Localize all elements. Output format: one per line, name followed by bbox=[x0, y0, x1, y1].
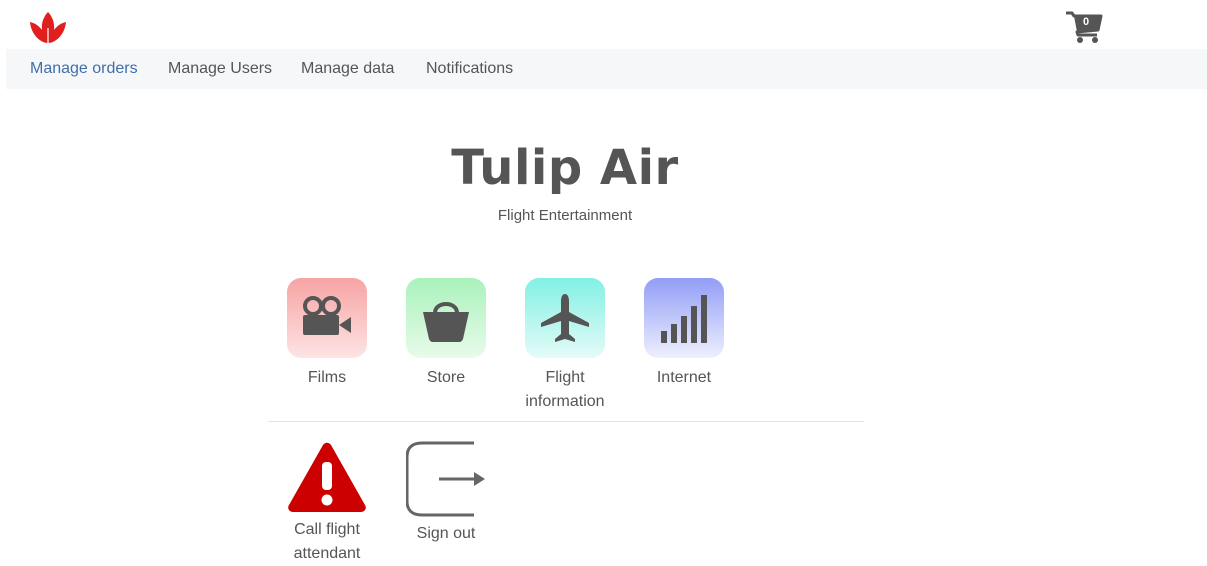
warning-icon bbox=[288, 442, 366, 512]
film-camera-icon bbox=[303, 296, 351, 335]
cart-count-badge: 0 bbox=[1082, 16, 1090, 28]
flight-information-icon-box[interactable] bbox=[525, 278, 605, 358]
tile-internet-label: Internet bbox=[656, 369, 712, 386]
shopping-basket-icon bbox=[423, 302, 469, 342]
nav-item-manage-users[interactable]: Manage Users bbox=[168, 49, 272, 89]
sign-out-icon-box[interactable] bbox=[406, 440, 486, 518]
tile-store-label: Store bbox=[426, 369, 466, 386]
action-call-flight-attendant[interactable]: Call flight attendant bbox=[287, 440, 367, 566]
top-bar: 0 bbox=[0, 0, 1207, 49]
sign-out-icon bbox=[406, 441, 485, 517]
action-sign-out-label: Sign out bbox=[416, 525, 476, 542]
call-attendant-icon-box[interactable] bbox=[287, 440, 367, 514]
nav-item-notifications[interactable]: Notifications bbox=[426, 49, 513, 89]
page-subtitle: Flight Entertainment bbox=[497, 207, 633, 224]
internet-icon-box[interactable] bbox=[644, 278, 724, 358]
action-sign-out[interactable]: Sign out bbox=[406, 440, 486, 546]
airplane-icon bbox=[541, 294, 589, 342]
tile-internet[interactable]: Internet bbox=[644, 278, 724, 390]
tile-films-label: Films bbox=[307, 369, 347, 386]
action-call-flight-attendant-label: Call flight attendant bbox=[293, 521, 361, 562]
tile-films[interactable]: Films bbox=[287, 278, 367, 390]
tile-flight-information[interactable]: Flight information bbox=[525, 278, 605, 414]
nav-item-manage-orders[interactable]: Manage orders bbox=[30, 49, 138, 89]
tile-store[interactable]: Store bbox=[406, 278, 486, 390]
page-title: Tulip Air bbox=[451, 140, 679, 196]
store-icon-box[interactable] bbox=[406, 278, 486, 358]
nav-item-manage-data[interactable]: Manage data bbox=[301, 49, 394, 89]
section-divider bbox=[268, 421, 864, 422]
signal-bars-icon bbox=[661, 295, 707, 343]
main-nav: Manage orders Manage Users Manage data N… bbox=[6, 49, 1207, 89]
tulip-logo-icon[interactable] bbox=[28, 10, 68, 44]
films-icon-box[interactable] bbox=[287, 278, 367, 358]
tile-flight-information-label: Flight information bbox=[525, 369, 605, 410]
